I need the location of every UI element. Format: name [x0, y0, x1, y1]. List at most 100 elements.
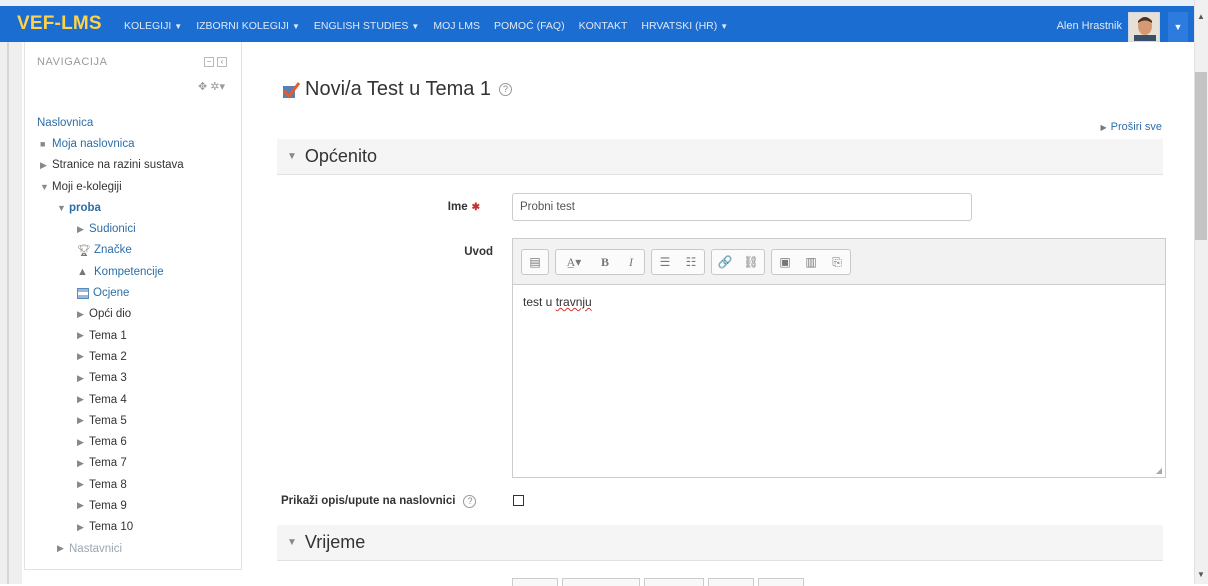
chevron-down-icon: ▼: [411, 22, 420, 31]
collapse-arrow-icon: ▼: [57, 202, 66, 213]
nav-item-tema-9[interactable]: ▶ Tema 9: [37, 495, 237, 516]
dock-block-icon[interactable]: ‹: [217, 57, 227, 67]
page-edge: [0, 42, 22, 584]
month-select[interactable]: [562, 578, 640, 586]
expand-arrow-icon: ▶: [77, 479, 84, 490]
ordered-list-button[interactable]: ☷: [678, 250, 704, 274]
show-description-checkbox[interactable]: [513, 495, 524, 506]
help-icon[interactable]: ?: [499, 83, 513, 96]
resize-handle-icon[interactable]: ◢: [1156, 466, 1162, 475]
chevron-down-icon: ▼: [291, 22, 300, 31]
nav-item-tema-6[interactable]: ▶ Tema 6: [37, 431, 237, 452]
expand-arrow-icon: ▶: [77, 372, 84, 383]
name-label: Ime ✱: [447, 201, 480, 213]
grades-table-icon: [77, 287, 89, 299]
name-input[interactable]: [512, 193, 972, 221]
show-description-label: Prikaži opis/upute na naslovnici?: [281, 495, 501, 508]
nav-item-tema-10[interactable]: ▶ Tema 10: [37, 517, 237, 538]
nav-item-naslovnica[interactable]: Naslovnica: [37, 112, 237, 133]
nav-item-moja-naslovnica[interactable]: ■ Moja naslovnica: [37, 133, 237, 154]
nav-item-tema-1[interactable]: ▶ Tema 1: [37, 325, 237, 346]
minute-select[interactable]: [758, 578, 804, 586]
collapse-arrow-icon: ▼: [287, 537, 297, 548]
block-controls: − ‹: [204, 57, 227, 67]
media-button[interactable]: ▥: [798, 250, 824, 274]
nav-item-moji-e-kolegiji[interactable]: ▼ Moji e-kolegiji: [37, 176, 237, 197]
scrollbar-thumb[interactable]: [1195, 72, 1207, 240]
nav-item-tema-3[interactable]: ▶ Tema 3: [37, 368, 237, 389]
intro-label: Uvod: [464, 246, 493, 258]
unlink-button[interactable]: ⛓: [738, 250, 764, 274]
expand-arrow-icon: ▶: [77, 308, 84, 319]
hour-select[interactable]: [708, 578, 754, 586]
nav-item-tema-2[interactable]: ▶ Tema 2: [37, 346, 237, 367]
expand-arrow-icon: ▶: [77, 521, 84, 532]
nav-item-stranice[interactable]: ▶ Stranice na razini sustava: [37, 155, 237, 176]
required-icon: ✱: [471, 202, 480, 213]
quiz-icon: [281, 80, 301, 100]
competency-icon: ▲: [77, 265, 88, 278]
menu-kolegiji[interactable]: KOLEGIJI ▼: [124, 20, 182, 32]
collapse-arrow-icon: ▼: [287, 151, 297, 162]
trophy-icon: 🏆︎: [77, 244, 91, 257]
menu-izborni-kolegiji[interactable]: IZBORNI KOLEGIJI ▼: [196, 20, 300, 32]
expand-arrow-icon: ▶: [77, 500, 84, 511]
expand-arrow-icon: ▶: [57, 543, 64, 554]
date-selectors: [512, 578, 804, 586]
intro-editor[interactable]: ▤ A̲▾ B I ☰ ☷ 🔗 ⛓ ▣ ▥ ⎘ test u travnju ◢: [512, 238, 1166, 478]
manage-files-button[interactable]: ⎘: [824, 250, 850, 274]
toolbar-toggle-button[interactable]: ▤: [522, 250, 548, 274]
link-button[interactable]: 🔗: [712, 250, 738, 274]
section-timing[interactable]: ▼ Vrijeme: [277, 525, 1163, 561]
nav-item-opci-dio[interactable]: ▶ Opći dio: [37, 304, 237, 325]
menu-english-studies[interactable]: ENGLISH STUDIES ▼: [314, 20, 419, 32]
nav-item-kompetencije[interactable]: ▲ Kompetencije: [37, 261, 237, 282]
scroll-down-icon[interactable]: ▼: [1194, 568, 1208, 582]
nav-item-tema-5[interactable]: ▶ Tema 5: [37, 410, 237, 431]
editor-content[interactable]: test u travnju: [513, 285, 1165, 319]
menu-pomoc[interactable]: POMOĆ (FAQ): [494, 20, 565, 32]
nav-item-znacke[interactable]: 🏆︎ Značke: [37, 240, 237, 261]
block-actions-icon[interactable]: ✥ ✲▾: [198, 80, 225, 93]
nav-item-tema-4[interactable]: ▶ Tema 4: [37, 389, 237, 410]
chevron-down-icon: ▼: [174, 22, 183, 31]
top-navbar: VEF-LMS KOLEGIJI ▼ IZBORNI KOLEGIJI ▼ ENGL…: [0, 0, 1208, 42]
unordered-list-button[interactable]: ☰: [652, 250, 678, 274]
user-menu-toggle[interactable]: ▼: [1168, 12, 1188, 42]
menu-kontakt[interactable]: KONTAKT: [579, 20, 628, 32]
user-name[interactable]: Alen Hrastnik: [1057, 20, 1122, 32]
bold-button[interactable]: B: [592, 250, 618, 274]
section-general[interactable]: ▼ Općenito: [277, 139, 1163, 175]
avatar[interactable]: [1128, 12, 1160, 42]
menu-language[interactable]: HRVATSKI (HR) ▼: [641, 20, 728, 32]
expand-arrow-icon: ▶: [77, 415, 84, 426]
day-select[interactable]: [512, 578, 558, 586]
menu-moj-lms[interactable]: MOJ LMS: [433, 20, 480, 32]
nav-item-ocjene[interactable]: Ocjene: [37, 282, 237, 303]
expand-arrow-icon: ▶: [77, 457, 84, 468]
chevron-down-icon: ▼: [720, 22, 729, 31]
year-select[interactable]: [644, 578, 704, 586]
collapse-arrow-icon: ▼: [40, 181, 49, 192]
navigation-heading: NAVIGACIJA: [37, 56, 108, 68]
editor-toolbar: ▤ A̲▾ B I ☰ ☷ 🔗 ⛓ ▣ ▥ ⎘: [513, 239, 1165, 285]
expand-arrow-icon: ▶: [40, 159, 47, 170]
font-style-button[interactable]: A̲▾: [556, 250, 592, 274]
expand-all-link[interactable]: ▶ Proširi sve: [1101, 121, 1163, 133]
nav-item-tema-8[interactable]: ▶ Tema 8: [37, 474, 237, 495]
scroll-up-icon[interactable]: ▲: [1194, 10, 1208, 24]
nav-item-tema-7[interactable]: ▶ Tema 7: [37, 453, 237, 474]
italic-button[interactable]: I: [618, 250, 644, 274]
page-title: Novi/a Test u Tema 1 ?: [281, 78, 513, 101]
image-button[interactable]: ▣: [772, 250, 798, 274]
section-general-title: Općenito: [304, 146, 377, 166]
nav-item-nastavnici[interactable]: ▶ Nastavnici: [37, 538, 237, 559]
nav-item-proba[interactable]: ▼ proba: [37, 197, 237, 218]
expand-arrow-icon: ▶: [77, 223, 84, 234]
collapse-block-icon[interactable]: −: [204, 57, 214, 67]
help-icon[interactable]: ?: [463, 495, 477, 508]
expand-arrow-icon: ▶: [77, 436, 84, 447]
site-logo[interactable]: VEF-LMS: [17, 13, 102, 35]
page-scrollbar[interactable]: ▲ ▼: [1194, 0, 1208, 584]
nav-item-sudionici[interactable]: ▶ Sudionici: [37, 218, 237, 239]
